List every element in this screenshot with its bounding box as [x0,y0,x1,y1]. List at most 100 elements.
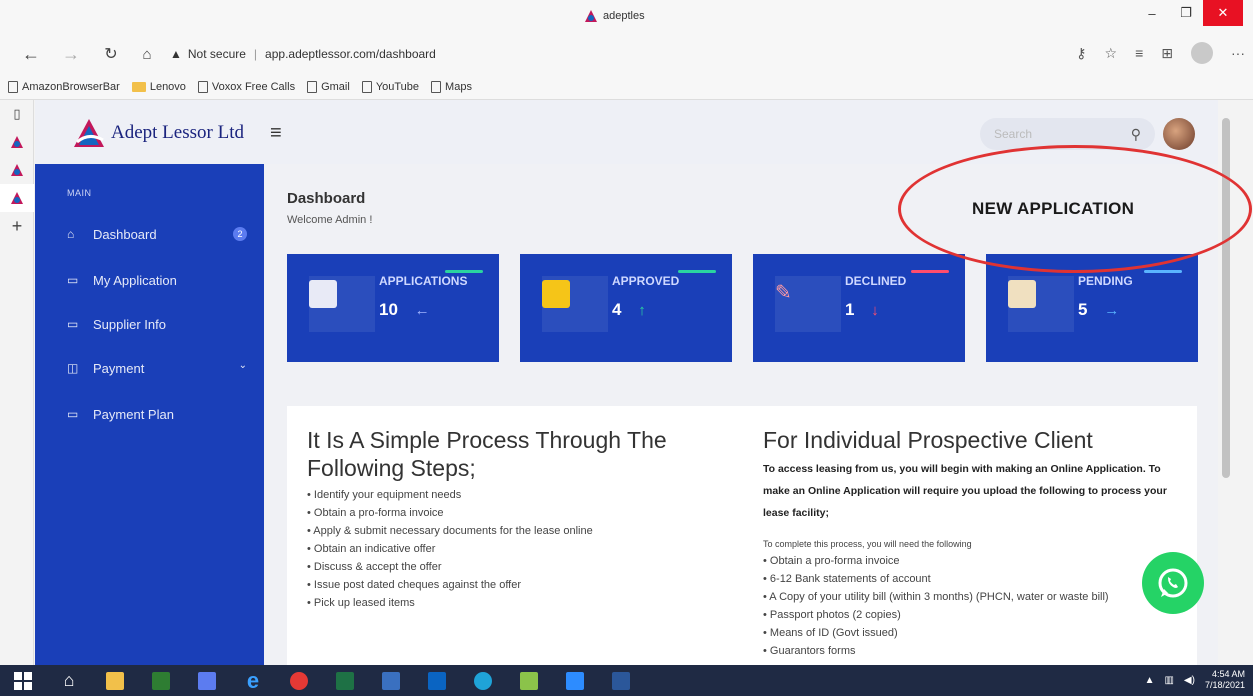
sidebar-item-my-application[interactable]: ▭ My Application [67,268,247,292]
bookmark-voxox[interactable]: Voxox Free Calls [197,80,295,93]
bookmark-amazonbrowserbar[interactable]: AmazonBrowserBar [8,80,120,93]
page-title: Dashboard [287,190,366,207]
tab-item[interactable] [0,156,34,184]
browser-toolbar-right: ⚷ ☆ ≡ ⊞ ··· [1076,42,1245,64]
new-tab-icon[interactable]: + [0,212,34,240]
card-value: 1 [845,300,855,319]
mail-icon[interactable] [184,665,230,696]
list-item: • Obtain a pro-forma invoice [763,555,900,567]
notification-badge: 2 [233,227,247,241]
internet-explorer-icon[interactable]: e [230,665,276,696]
edge-icon[interactable] [460,665,506,696]
sidebar-item-label: Dashboard [93,226,157,242]
profile-avatar[interactable] [1191,42,1213,64]
sidebar-item-dashboard[interactable]: ⌂ Dashboard 2 [67,222,247,246]
start-button[interactable] [0,665,46,696]
page-icon [197,80,208,93]
file-explorer-icon[interactable] [92,665,138,696]
sidebar-item-label: Payment [93,360,145,376]
user-avatar[interactable] [1163,118,1195,150]
bookmark-lenovo[interactable]: Lenovo [131,81,186,93]
app-icon[interactable] [506,665,552,696]
volume-icon[interactable]: ◀) [1184,675,1195,686]
card-value: 4 [612,300,622,319]
whatsapp-icon [1158,568,1188,598]
excel-icon[interactable] [322,665,368,696]
refresh-icon[interactable]: ↻ [98,41,124,67]
bookmark-youtube[interactable]: YouTube [361,80,420,93]
list-item: • Passport photos (2 copies) [763,609,901,621]
sidebar-section-label: MAIN [67,188,92,198]
back-icon[interactable]: ← [18,41,44,67]
sticky-note-icon [542,280,570,308]
brand[interactable]: Adept Lessor Ltd [73,118,244,148]
bookmark-gmail[interactable]: Gmail [307,80,350,93]
menu-toggle-icon[interactable]: ≡ [270,122,282,145]
more-icon[interactable]: ··· [1231,45,1245,61]
card-value: 5 [1078,300,1088,319]
home-icon[interactable]: ⌂ [134,41,160,67]
document-icon [309,280,337,308]
stat-card-approved[interactable]: APPROVED 4 ↑ [520,254,732,362]
window-controls: – ❐ ✕ [1135,0,1243,26]
arrow-up-icon: ↑ [638,302,646,319]
desktop-icon[interactable] [368,665,414,696]
forward-icon[interactable]: → [58,41,84,67]
card-accent [445,270,483,273]
page-icon [431,80,442,93]
whatsapp-button[interactable] [1142,552,1204,614]
list-item: • Pick up leased items [307,597,415,609]
home-taskbar-icon[interactable]: ⌂ [46,665,92,696]
tab-item[interactable] [0,128,34,156]
warning-icon: ▲ [170,47,182,61]
collections-icon[interactable]: ⊞ [1161,45,1173,62]
url-field[interactable]: ▲ Not secure | app.adeptlessor.com/dashb… [170,42,1020,66]
list-item: • Obtain an indicative offer [307,543,436,555]
box-icon: ◫ [67,361,79,375]
scrollbar-thumb[interactable] [1222,118,1230,478]
list-item: • Discuss & accept the offer [307,561,442,573]
key-icon[interactable]: ⚷ [1076,45,1086,62]
bookmark-label: AmazonBrowserBar [22,80,120,93]
new-application-callout[interactable]: NEW APPLICATION [972,199,1134,219]
word-icon[interactable] [598,665,644,696]
steps-heading: It Is A Simple Process Through The Follo… [307,427,667,481]
tab-item-active[interactable] [0,184,34,212]
card-label: APPROVED [612,274,680,288]
favorites-icon[interactable]: ≡ [1135,45,1143,61]
welcome-text: Welcome Admin ! [287,214,373,226]
close-button[interactable]: ✕ [1203,0,1243,26]
store-icon[interactable] [138,665,184,696]
outlook-icon[interactable] [414,665,460,696]
list-item: • Obtain a pro-forma invoice [307,507,444,519]
sidebar-item-supplier-info[interactable]: ▭ Supplier Info [67,312,247,336]
calendar-icon: ▭ [67,407,79,421]
windows-logo-icon [14,671,32,690]
bookmark-label: Gmail [321,80,350,93]
sidebar-item-payment[interactable]: ◫ Payment ⌄ [67,356,247,380]
list-item: • Identify your equipment needs [307,489,462,501]
clock[interactable]: 4:54 AM 7/18/2021 [1205,669,1245,691]
url-separator: | [253,47,258,61]
add-favorite-icon[interactable]: ☆ [1105,45,1118,62]
arrow-left-icon: ← [414,302,430,319]
site-favicon-icon [11,192,23,204]
individual-heading: For Individual Prospective Client [763,427,1093,453]
bookmark-label: YouTube [375,80,420,93]
tab-actions-icon[interactable]: ▯ [0,100,34,128]
requirements-list: • Obtain a pro-forma invoice • 6-12 Bank… [763,552,1188,660]
bookmark-maps[interactable]: Maps [431,80,472,93]
search-icon[interactable]: ⚲ [1131,126,1141,143]
list-item: • A Copy of your utility bill (within 3 … [763,591,1109,603]
network-icon[interactable]: ▥ [1164,675,1173,686]
sidebar-item-label: Supplier Info [93,316,166,332]
zoom-icon[interactable] [552,665,598,696]
tab-title: adeptles [603,10,645,22]
stat-card-declined[interactable]: ✎ DECLINED 1 ↓ [753,254,965,362]
minimize-button[interactable]: – [1135,0,1169,26]
sidebar-item-payment-plan[interactable]: ▭ Payment Plan [67,402,247,426]
chrome-icon[interactable] [276,665,322,696]
stat-card-applications[interactable]: APPLICATIONS 10 ← [287,254,499,362]
tray-chevron-icon[interactable]: ▲ [1145,675,1155,686]
restore-button[interactable]: ❐ [1169,0,1203,26]
